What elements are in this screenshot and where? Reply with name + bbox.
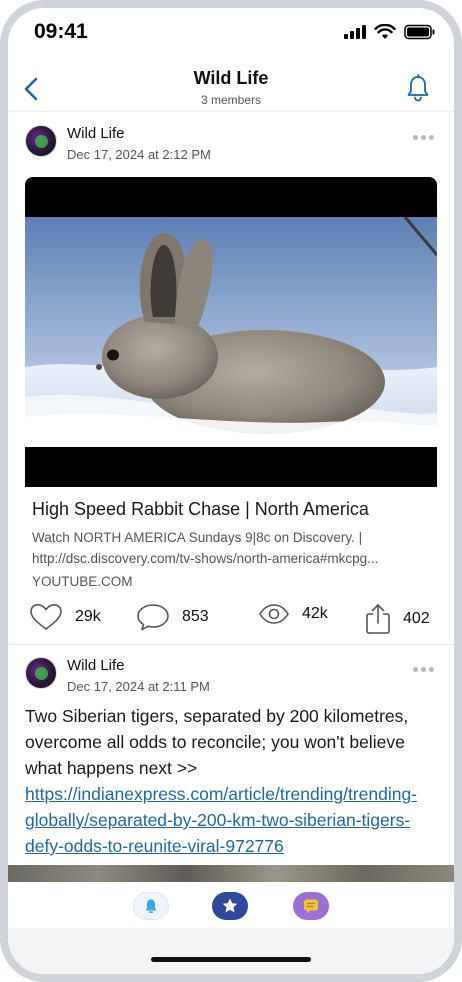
heart-icon xyxy=(30,604,62,630)
like-count: 29k xyxy=(75,608,101,625)
comment-button[interactable]: 853 xyxy=(136,603,209,631)
tab-bar-row xyxy=(8,882,454,928)
link-title[interactable]: High Speed Rabbit Chase | North America xyxy=(8,487,454,520)
post-header: Wild Life Dec 17, 2024 at 2:12 PM xyxy=(8,113,454,169)
more-options-icon[interactable] xyxy=(413,667,434,672)
nav-header: Wild Life 3 members xyxy=(8,60,454,112)
link-description[interactable]: Watch NORTH AMERICA Sundays 9|8c on Disc… xyxy=(8,520,454,569)
message-icon xyxy=(304,899,318,914)
status-icons xyxy=(344,24,436,40)
rabbit-photo xyxy=(25,217,437,447)
tab-favorites[interactable] xyxy=(212,892,248,920)
views-indicator: 42k xyxy=(258,603,328,625)
link-domain[interactable]: YOUTUBE.COM xyxy=(8,569,454,589)
post-timestamp: Dec 17, 2024 at 2:11 PM xyxy=(67,679,210,694)
page-title: Wild Life xyxy=(193,68,269,88)
post-card: Wild Life Dec 17, 2024 at 2:11 PM Two Si… xyxy=(8,645,454,898)
post-card: Wild Life Dec 17, 2024 at 2:12 PM High S… xyxy=(8,113,454,645)
post-author[interactable]: Wild Life xyxy=(67,657,125,674)
post-link[interactable]: https://indianexpress.com/article/trendi… xyxy=(25,784,417,856)
tab-notifications[interactable] xyxy=(133,892,169,920)
post-timestamp: Dec 17, 2024 at 2:12 PM xyxy=(67,147,211,162)
bell-icon xyxy=(145,899,157,913)
share-button[interactable]: 402 xyxy=(365,603,430,635)
view-count: 42k xyxy=(302,605,328,622)
post-header: Wild Life Dec 17, 2024 at 2:11 PM xyxy=(8,645,454,701)
post-actions: 29k 853 42k 402 xyxy=(8,595,454,645)
video-thumbnail[interactable] xyxy=(25,177,437,487)
status-time: 09:41 xyxy=(34,20,88,43)
battery-icon xyxy=(404,24,435,40)
post-body: Two Siberian tigers, separated by 200 ki… xyxy=(8,701,454,859)
comment-count: 853 xyxy=(182,608,209,625)
like-button[interactable]: 29k xyxy=(29,603,101,631)
member-count[interactable]: 3 members xyxy=(8,93,454,107)
status-bar: 09:41 xyxy=(8,8,454,60)
bottom-tab-bar xyxy=(8,882,454,974)
signal-icon xyxy=(344,25,366,39)
star-icon xyxy=(222,898,238,913)
avatar[interactable] xyxy=(25,125,57,157)
wifi-icon xyxy=(374,24,396,39)
share-icon xyxy=(366,604,390,634)
eye-icon xyxy=(259,604,289,624)
post-author[interactable]: Wild Life xyxy=(67,125,125,142)
feed[interactable]: Wild Life Dec 17, 2024 at 2:12 PM High S… xyxy=(8,113,454,898)
bell-icon[interactable] xyxy=(406,74,430,102)
more-options-icon[interactable] xyxy=(413,135,434,140)
home-indicator[interactable] xyxy=(151,957,311,962)
phone-frame: 09:41 Wild Life 3 members Wild Life Dec … xyxy=(0,0,462,982)
comment-bubble-icon xyxy=(137,604,169,631)
tab-messages[interactable] xyxy=(293,892,329,920)
avatar[interactable] xyxy=(25,657,57,689)
post-text: Two Siberian tigers, separated by 200 ki… xyxy=(25,706,409,778)
share-count: 402 xyxy=(403,610,430,627)
